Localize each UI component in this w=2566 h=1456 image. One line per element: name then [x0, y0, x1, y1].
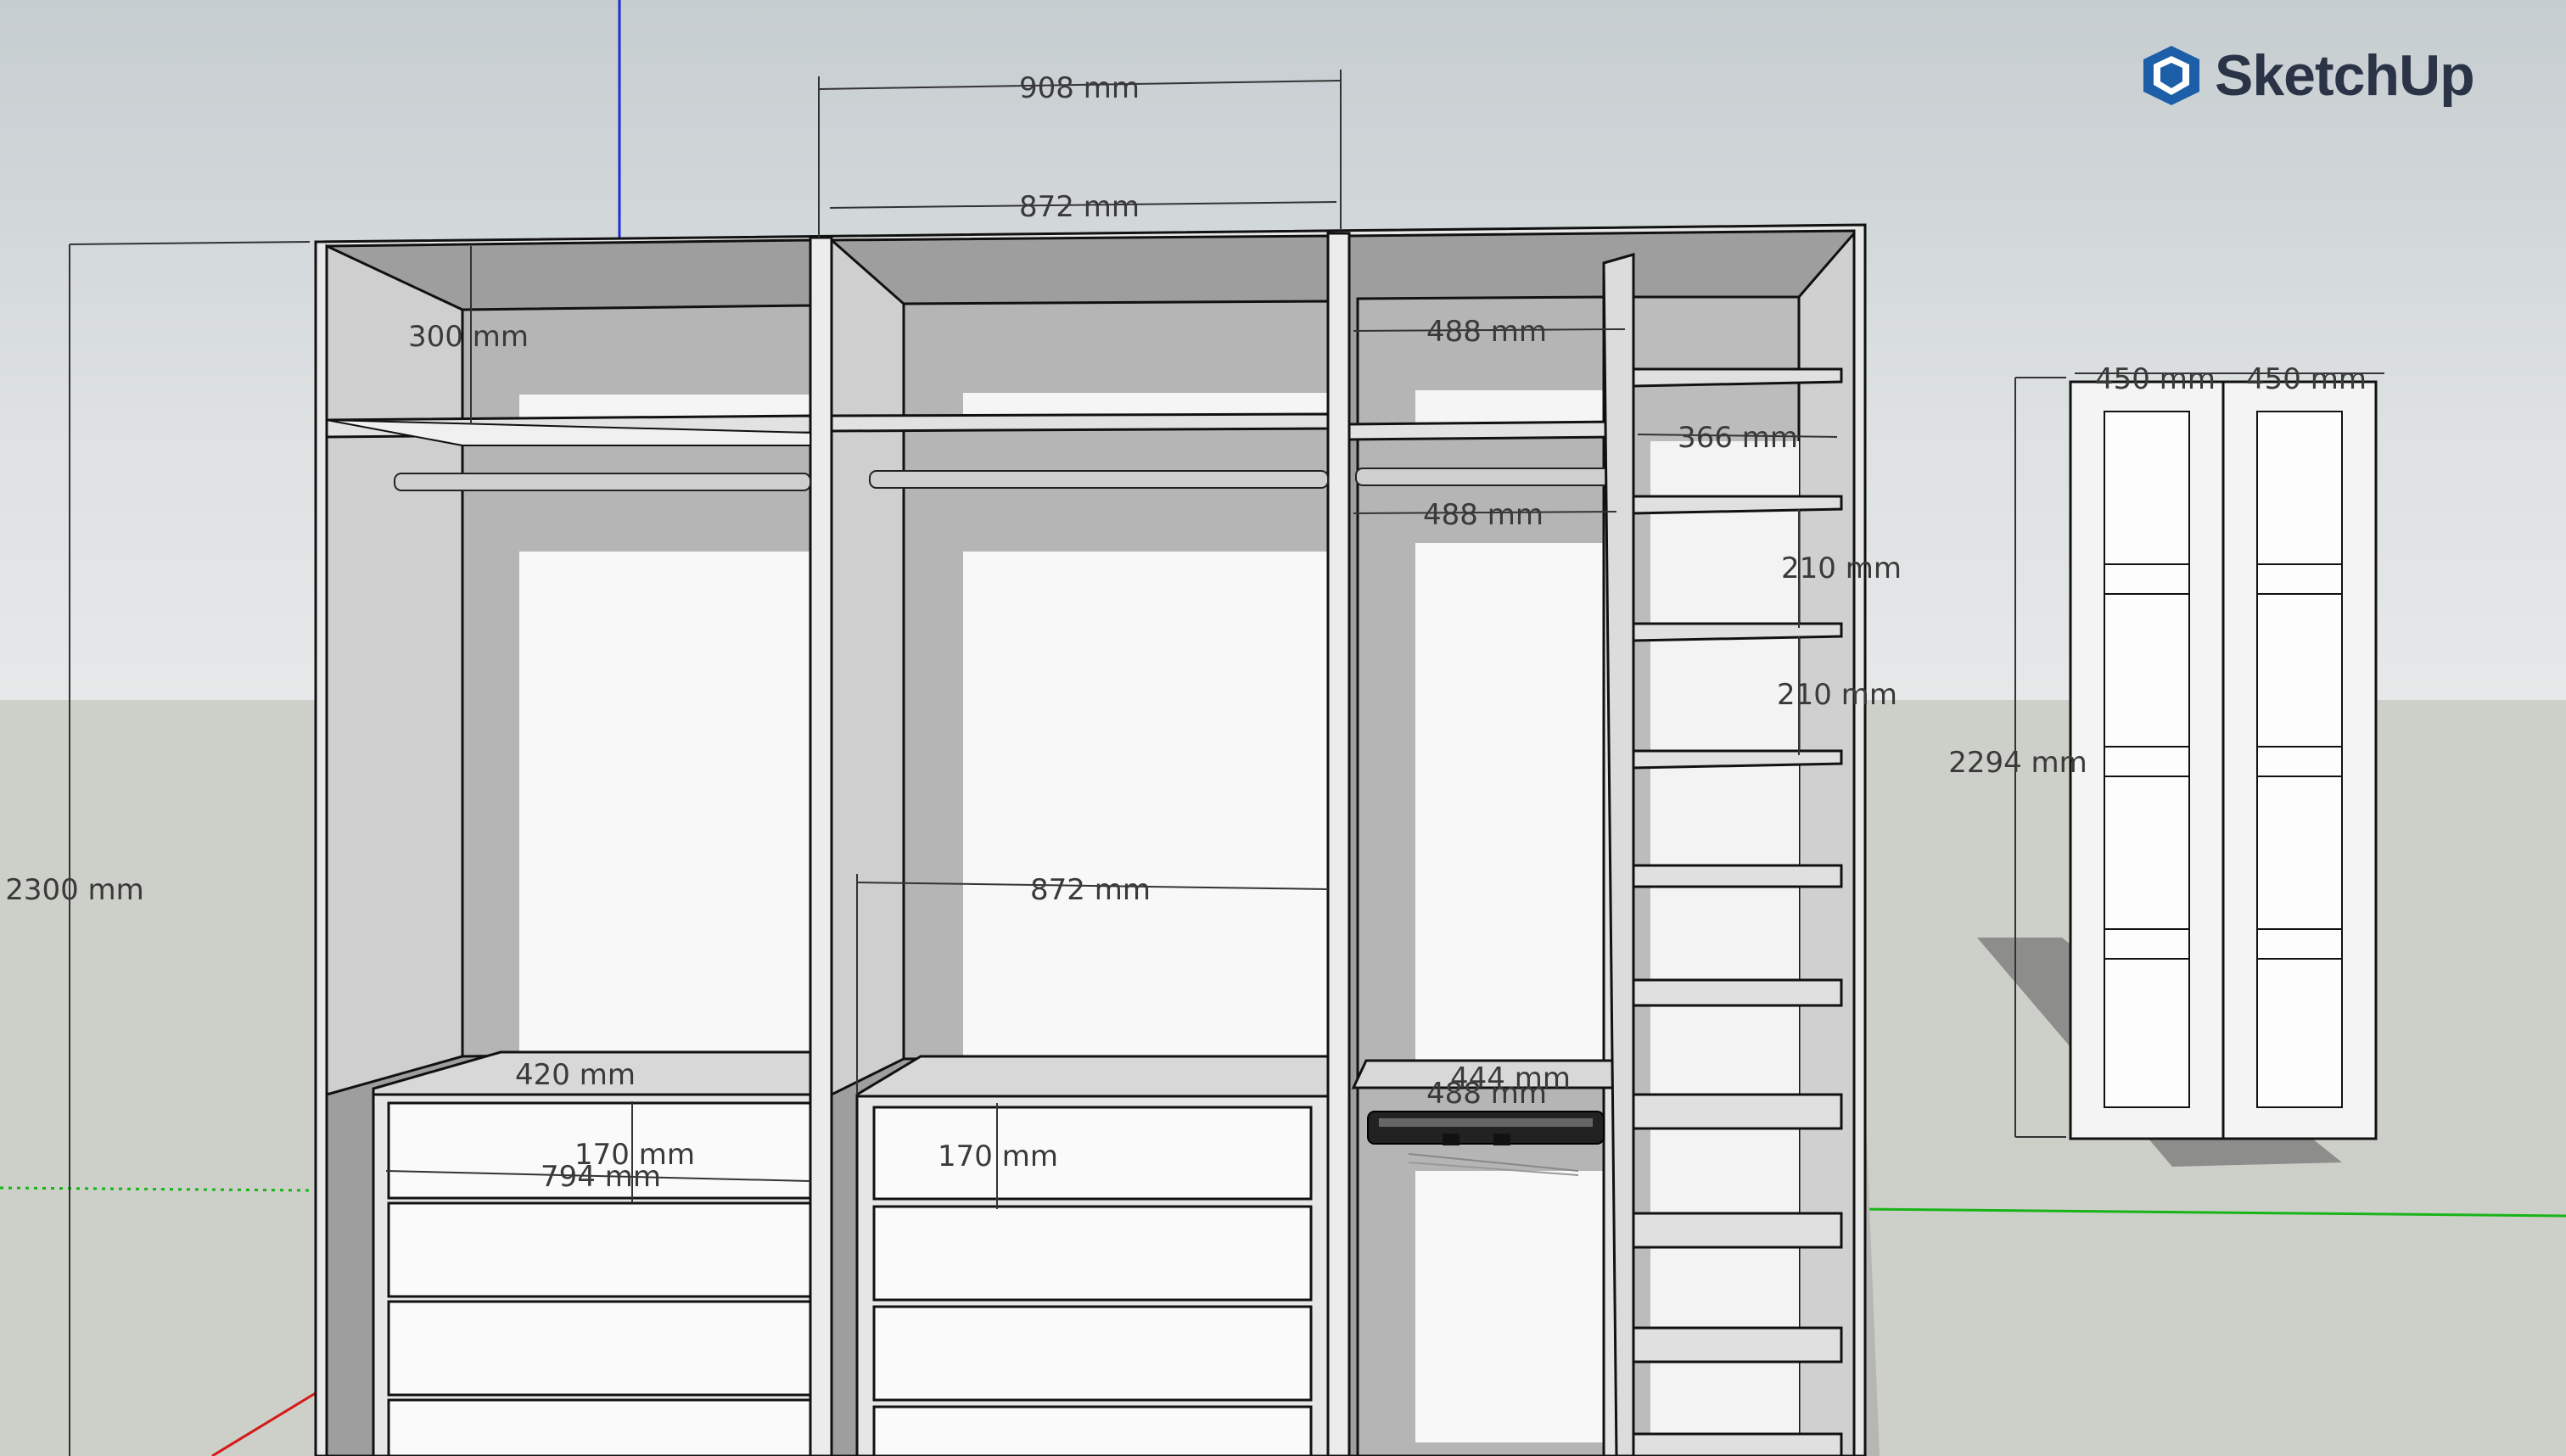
red-axis-line — [211, 1390, 319, 1456]
3d-viewport[interactable]: 908 mm 872 mm 300 mm 488 mm 366 mm 488 m… — [0, 0, 2566, 1456]
sketchup-logo: SketchUp — [2138, 42, 2475, 109]
dim-right-shelf-width: 366 mm — [1678, 421, 1798, 455]
dim-right-mid-width: 488 mm — [1423, 498, 1544, 532]
dim-top-outer: 908 mm — [1019, 71, 1140, 105]
dim-basket-depth: 444 mm — [1450, 1061, 1571, 1095]
dim-door-height: 2294 mm — [1948, 746, 2087, 780]
dim-top-inner: 872 mm — [1019, 190, 1140, 224]
dim-door-width-left: 450 mm — [2095, 362, 2216, 396]
dim-drawer-width: 794 mm — [541, 1160, 661, 1194]
dim-drawer-height-mid: 170 mm — [938, 1140, 1058, 1173]
drawers-middle — [855, 1095, 1330, 1456]
dim-total-height: 2300 mm — [5, 873, 144, 907]
dim-middle-width: 872 mm — [1030, 873, 1151, 907]
logo-text: SketchUp — [2215, 43, 2475, 108]
dim-right-top-width: 488 mm — [1426, 315, 1547, 349]
dim-drawer-depth: 420 mm — [515, 1058, 636, 1092]
dim-top-shelf-height: 300 mm — [408, 320, 529, 354]
green-axis-line — [1857, 1207, 2566, 1218]
sketchup-cube-icon — [2143, 46, 2199, 105]
dim-shelf-gap-1: 210 mm — [1781, 552, 1902, 585]
door-panels — [2069, 380, 2378, 1140]
wardrobe-model[interactable]: 908 mm 872 mm 300 mm 488 mm 366 mm 488 m… — [0, 0, 2566, 1456]
dim-door-width-right: 450 mm — [2246, 362, 2367, 396]
dim-shelf-gap-2: 210 mm — [1777, 678, 1897, 712]
green-axis-dotted — [0, 1186, 315, 1192]
